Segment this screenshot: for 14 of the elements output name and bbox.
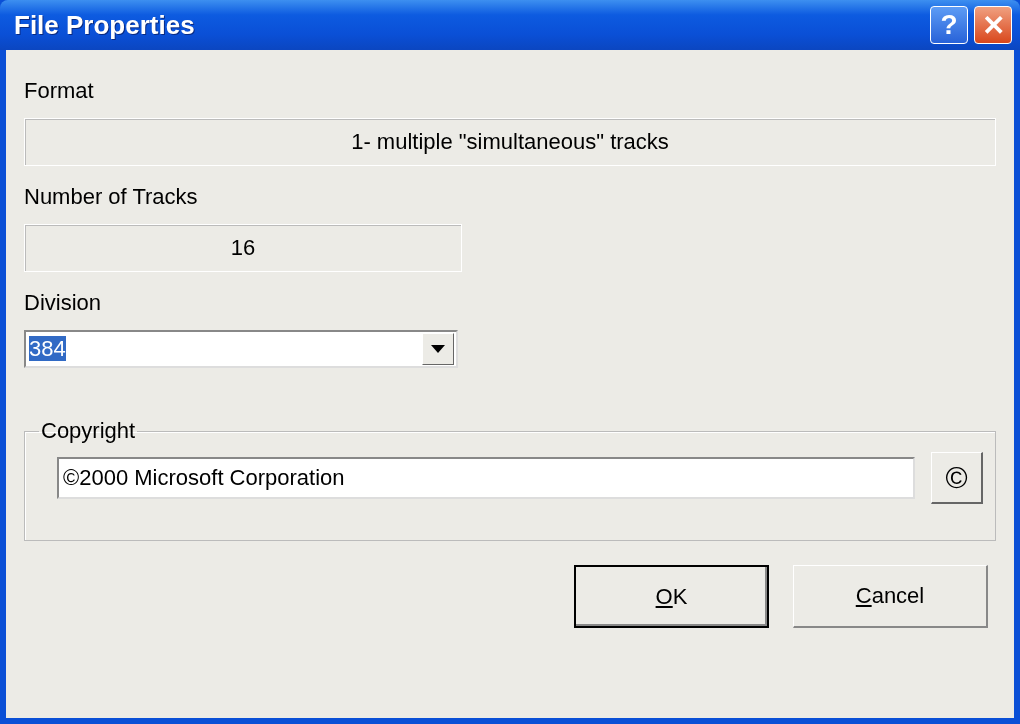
dropdown-button[interactable] (422, 333, 454, 365)
copyright-symbol-button[interactable]: © (931, 452, 983, 504)
format-field: 1- multiple "simultaneous" tracks (24, 118, 996, 166)
dialog-button[interactable]: OK (574, 565, 769, 628)
field-label: Format (24, 78, 95, 105)
group-label: Copyright (40, 418, 137, 444)
division-combo-box[interactable]: 384 (24, 330, 458, 368)
tracks-field: 16 (24, 224, 462, 272)
window-title: File Properties (14, 9, 195, 41)
caret-icon (431, 345, 445, 353)
field-label: Number of Tracks (24, 184, 199, 211)
copyright-field[interactable]: ©2000 Microsoft Corporation (57, 457, 915, 499)
dialog-button[interactable]: Cancel (793, 565, 988, 628)
field-label: Division (24, 290, 103, 317)
